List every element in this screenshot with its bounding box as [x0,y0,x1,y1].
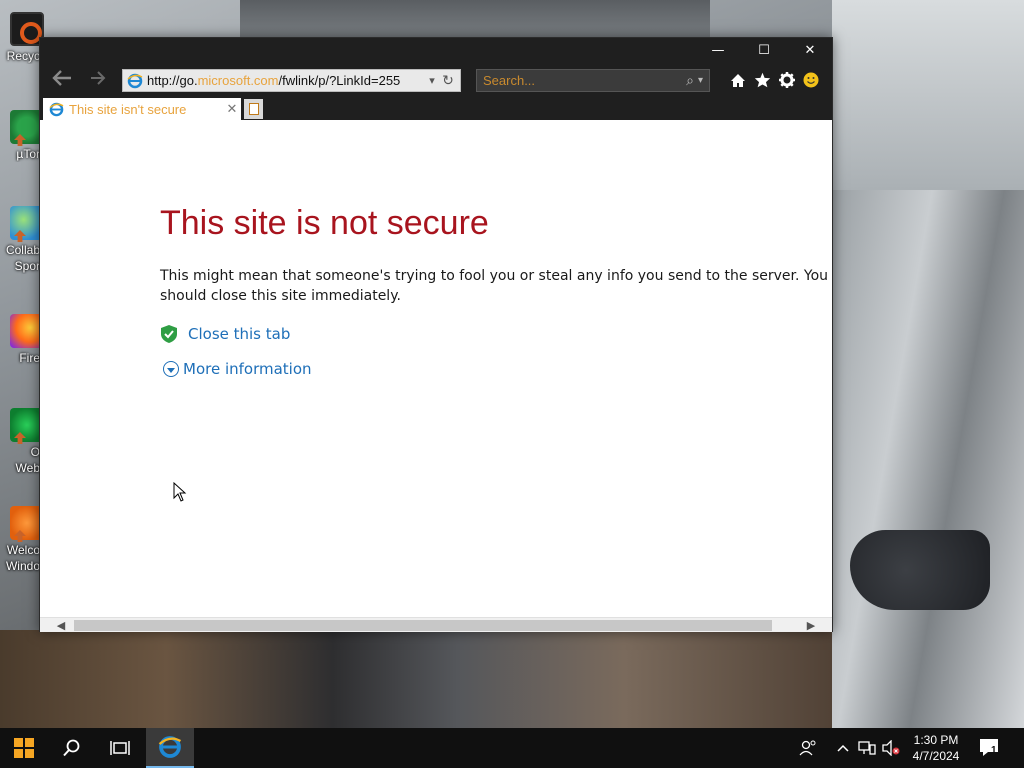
minimize-button[interactable]: — [695,38,741,62]
back-button[interactable] [48,66,76,90]
internet-explorer-window: — ☐ ✕ http://go.microsoft.com/fwlink/p/?… [39,37,833,632]
search-icon [63,739,80,757]
close-window-button[interactable]: ✕ [787,38,833,62]
tools-button[interactable] [775,68,799,92]
desktop-icon-label: Fire [19,351,40,365]
task-view-icon [110,741,130,755]
desktop-icon-label-line2: Web [15,461,40,475]
desktop-icon-label: O [30,445,40,459]
wallpaper-sky [832,0,1024,190]
start-button[interactable] [0,728,48,768]
shortcut-arrow-icon [14,530,26,542]
more-information-link[interactable]: More information [160,360,312,378]
search-icon[interactable]: ⌕ [684,72,696,89]
new-tab-icon [248,103,259,115]
star-icon [754,72,770,88]
volume-muted-icon[interactable] [881,738,901,758]
scroll-right-arrow-icon[interactable]: ▶ [800,618,822,633]
search-taskbar-button[interactable] [48,728,96,768]
ie-page-icon [127,73,143,88]
system-clock[interactable]: 1:30 PM 4/7/2024 [905,732,967,764]
url-text: http://go.microsoft.com/fwlink/p/?LinkId… [147,73,424,88]
wallpaper-figure-body [0,630,832,728]
clock-time: 1:30 PM [913,733,959,747]
page-content: This site is not secure This might mean … [40,120,832,617]
home-icon [731,73,745,87]
desktop-icon-utorrent[interactable]: µTor [0,110,44,162]
desktop-icon-label-line2: Spor [14,259,40,273]
forward-arrow-icon [91,71,106,85]
browser-chrome: — ☐ ✕ http://go.microsoft.com/fwlink/p/?… [40,38,832,120]
page-title: This site is not secure [160,204,489,242]
close-tab-label: Close this tab [188,325,291,343]
mouse-cursor-icon [173,482,187,502]
desktop-icon-welcome[interactable]: Welco Windo [0,506,44,574]
scrollbar-thumb[interactable] [74,620,772,631]
error-description: This might mean that someone's trying to… [160,268,829,304]
shield-icon [161,325,177,343]
ie-tab-icon [49,102,64,116]
internet-explorer-icon [158,736,182,758]
network-icon[interactable] [857,738,877,758]
desktop-icon-label: Welco [6,543,40,557]
show-hidden-icons-chevron-icon[interactable] [833,738,853,758]
tab-label: This site isn't secure [69,101,187,117]
favorites-button[interactable] [750,68,774,92]
new-tab-button[interactable] [244,99,263,119]
maximize-button[interactable]: ☐ [741,38,787,62]
horizontal-scrollbar[interactable]: ◀ ▶ [40,617,832,632]
smiley-icon [803,72,819,88]
wallpaper-glove [850,530,990,610]
address-dropdown-icon[interactable]: ▾ [424,74,440,87]
clock-date: 4/7/2024 [912,749,960,763]
desktop-icon-collaboration[interactable]: Collab Spor [0,206,44,274]
taskbar-internet-explorer[interactable] [146,728,194,768]
shortcut-arrow-icon [14,134,26,146]
scroll-left-arrow-icon[interactable]: ◀ [50,618,72,633]
windows-logo-icon [14,738,34,758]
desktop-icon-label: Collab [5,243,40,257]
chevron-down-circle-icon [163,361,179,377]
forward-button[interactable] [84,66,112,90]
wallpaper-figure-top [240,0,710,40]
url-prefix: http://go. [147,73,198,88]
address-bar[interactable]: http://go.microsoft.com/fwlink/p/?LinkId… [122,69,461,92]
desktop-icon-firefox[interactable]: Fire [0,314,44,366]
desktop-icon-opera[interactable]: O Web [0,408,44,476]
desktop-icon-recycle-bin[interactable]: Recyc [0,12,44,64]
tab-active[interactable]: This site isn't secure ✕ [43,98,241,120]
people-icon[interactable] [798,738,818,758]
url-path: /fwlink/p/?LinkId=255 [278,73,401,88]
shortcut-arrow-icon [14,230,26,242]
refresh-icon[interactable]: ↻ [440,72,456,89]
taskbar: 1:30 PM 4/7/2024 1 [0,728,1024,768]
shortcut-arrow-icon [14,432,26,444]
back-arrow-icon [52,70,71,86]
url-domain: microsoft.com [197,73,279,88]
desktop-icon-label: µTor [16,147,40,161]
tab-close-icon[interactable]: ✕ [223,101,241,117]
more-information-label: More information [183,360,312,378]
task-view-button[interactable] [96,728,144,768]
wallpaper-wing [832,190,1024,730]
feedback-button[interactable] [799,68,823,92]
close-tab-link[interactable]: Close this tab [160,324,290,344]
gear-icon [779,72,795,88]
desktop-icon-label-line2: Windo [5,559,40,573]
search-box[interactable]: ⌕ ▾ [476,69,710,92]
action-center-button[interactable]: 1 [978,736,1002,760]
search-input[interactable] [477,73,685,88]
desktop-icon-label: Recyc [6,49,40,63]
notification-count: 1 [991,745,997,756]
home-button[interactable] [726,68,750,92]
notification-icon [980,739,998,756]
search-dropdown-icon[interactable]: ▾ [696,75,709,86]
